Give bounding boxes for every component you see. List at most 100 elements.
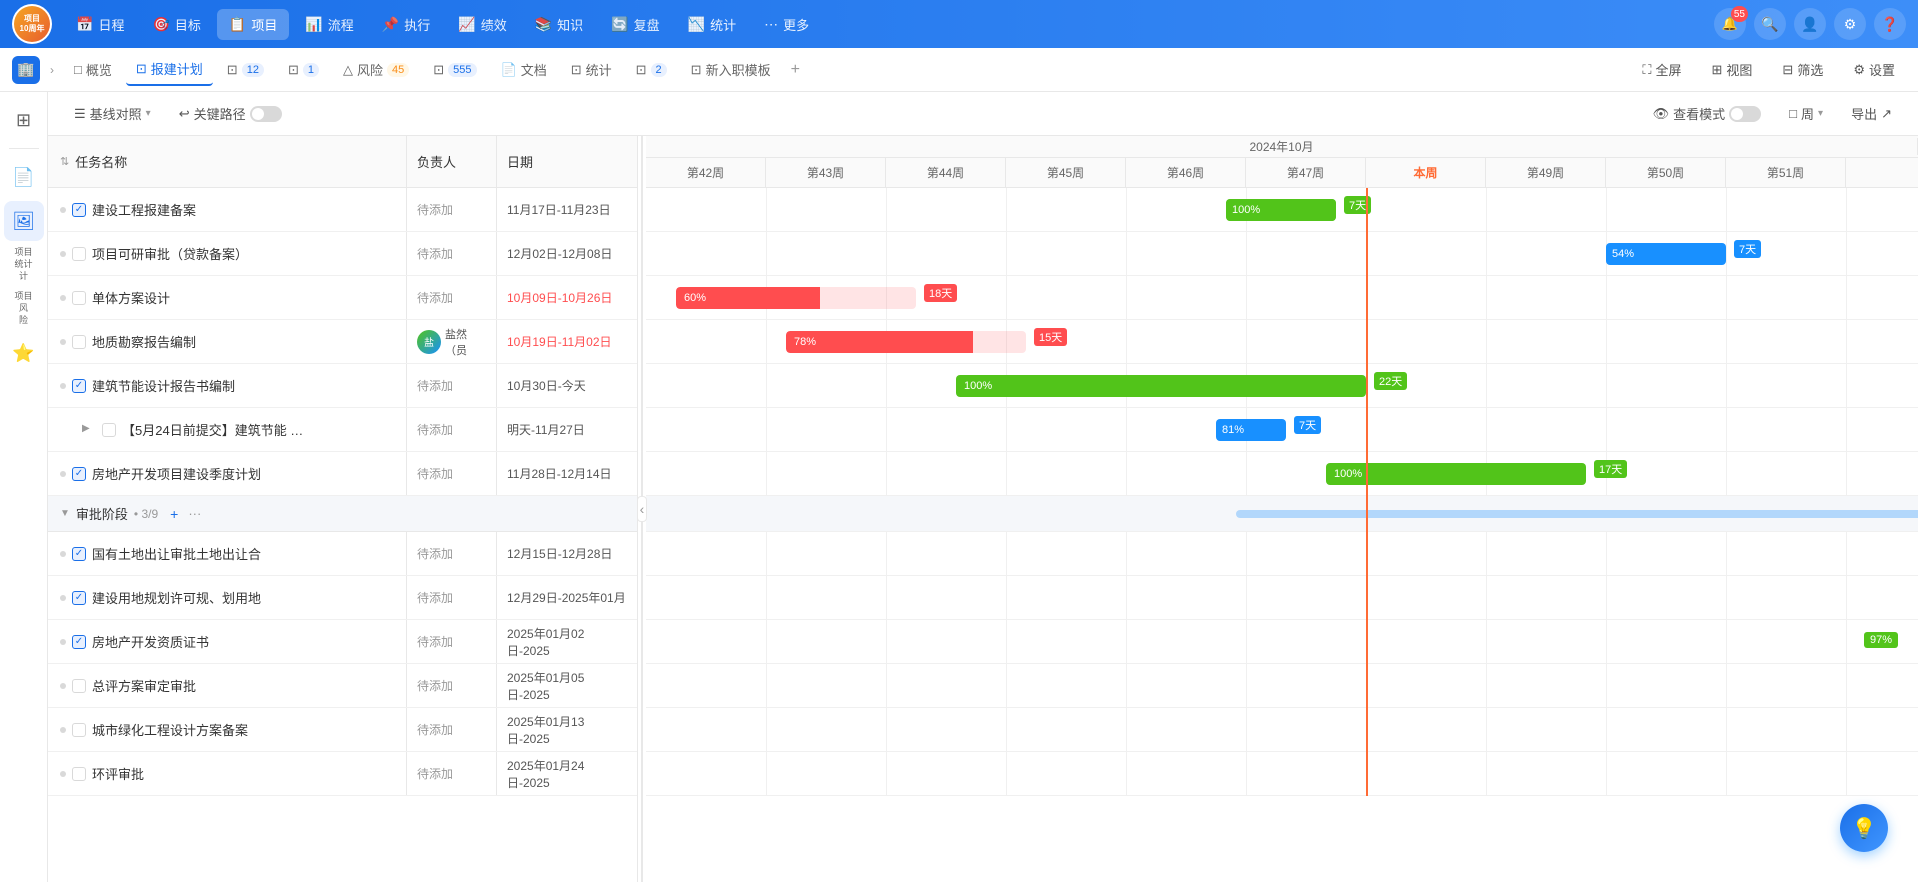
nav-goal[interactable]: 🎯 目标 <box>140 9 212 40</box>
section-more-button[interactable]: ··· <box>188 506 201 521</box>
gantt-week-44: 第44周 <box>886 158 1006 187</box>
row-dot <box>60 727 66 733</box>
panel-resize-handle[interactable]: ‹ <box>638 136 646 882</box>
sidebar-item-doc[interactable]: 📄 <box>4 157 44 197</box>
table-row[interactable]: ✓ 房地产开发项目建设季度计划 待添加 11月28日-12月14日 <box>48 452 637 496</box>
task-checkbox[interactable]: ✓ <box>72 547 86 561</box>
task-owner-cell: 待添加 <box>407 708 497 751</box>
gantt-row-2: 60% 18天 <box>646 276 1918 320</box>
tab-count-12[interactable]: ⊡ 12 <box>217 56 274 84</box>
tab-risk[interactable]: △ 风险 45 <box>333 54 419 85</box>
fullscreen-button[interactable]: ⛶ 全屏 <box>1631 54 1692 85</box>
task-checkbox[interactable]: ✓ <box>72 379 86 393</box>
tab-count-2[interactable]: ⊡ 2 <box>626 56 677 84</box>
notification-button[interactable]: 🔔 55 <box>1714 8 1746 40</box>
task-owner-cell: 待添加 <box>407 232 497 275</box>
user-button[interactable]: 👤 <box>1794 8 1826 40</box>
gantt-month-row: 2024年10月 <box>646 136 1918 158</box>
table-row[interactable]: 环评审批 待添加 2025年01月24日-2025 <box>48 752 637 796</box>
fullscreen-icon: ⛶ <box>1642 62 1651 78</box>
table-row[interactable]: ✓ 国有土地出让审批土地出让合 待添加 12月15日-12月28日 <box>48 532 637 576</box>
task-checkbox[interactable] <box>72 291 86 305</box>
sidebar-item-image[interactable]: 🖼 <box>4 201 44 241</box>
gantt-bar-fill-2[interactable]: 60% <box>676 287 820 309</box>
gantt-week-43: 第43周 <box>766 158 886 187</box>
critical-path-button[interactable]: ↩ 关键路径 <box>169 99 292 128</box>
nav-knowledge[interactable]: 📚 知识 <box>523 9 595 40</box>
gantt-bar-6[interactable]: 100% <box>1326 463 1586 485</box>
nav-performance[interactable]: 📈 绩效 <box>446 9 518 40</box>
task-date-cell: 10月30日-今天 <box>497 364 637 407</box>
table-row[interactable]: ▶ 【5月24日前提交】建筑节能 … 待添加 明天-11月27日 <box>48 408 637 452</box>
table-row[interactable]: ✓ 建设用地规划许可规、划用地 待添加 12月29日-2025年01月 <box>48 576 637 620</box>
task-checkbox[interactable] <box>72 767 86 781</box>
table-row[interactable]: 项目可研审批（贷款备案） 待添加 12月02日-12月08日 <box>48 232 637 276</box>
export-button[interactable]: 导出 ↗ <box>1841 99 1902 128</box>
search-button[interactable]: 🔍 <box>1754 8 1786 40</box>
nav-flow[interactable]: 📊 流程 <box>293 9 365 40</box>
collapse-icon[interactable]: ‹ <box>637 496 648 522</box>
gantt-bar-0[interactable]: 100% <box>1226 199 1336 221</box>
nav-review[interactable]: 🔄 复盘 <box>599 9 671 40</box>
sidebar-item-star[interactable]: ⭐ <box>4 333 44 373</box>
tab-onboard-template[interactable]: ⊡ 新入职模板 <box>681 54 781 85</box>
tab-count-555[interactable]: ⊡ 555 <box>423 56 486 84</box>
task-checkbox[interactable]: ✓ <box>72 467 86 481</box>
expand-button[interactable]: ▶ <box>82 423 96 437</box>
gantt-row-10: 97% <box>646 620 1918 664</box>
table-row[interactable]: 地质勘察报告编制 盐 盐然（员 10月19日-11月02日 <box>48 320 637 364</box>
week-selector-button[interactable]: □ 周 ▾ <box>1779 99 1833 128</box>
task-checkbox[interactable] <box>72 723 86 737</box>
add-tab-button[interactable]: + <box>785 55 806 85</box>
critical-path-toggle[interactable] <box>250 106 282 122</box>
nav-schedule[interactable]: 📅 日程 <box>64 9 136 40</box>
help-button[interactable]: ❓ <box>1874 8 1906 40</box>
gantt-chart-panel[interactable]: 2024年10月 第42周 第43周 第44周 第45周 第46周 第47周 本… <box>646 136 1918 882</box>
gantt-bar-5[interactable]: 81% <box>1216 419 1286 441</box>
gantt-bar-4[interactable]: 100% <box>956 375 1366 397</box>
task-checkbox[interactable]: ✓ <box>72 203 86 217</box>
table-row[interactable]: ✓ 房地产开发资质证书 待添加 2025年01月02日-2025 <box>48 620 637 664</box>
task-checkbox[interactable] <box>102 423 116 437</box>
nav-exec[interactable]: 📌 执行 <box>370 9 442 40</box>
table-row[interactable]: 总评方案审定审批 待添加 2025年01月05日-2025 <box>48 664 637 708</box>
task-date-cell: 10月19日-11月02日 <box>497 320 637 363</box>
filter-button[interactable]: ⊟ 筛选 <box>1771 54 1834 85</box>
nav-chevron-icon[interactable]: › <box>50 63 54 77</box>
sidebar-item-grid[interactable]: ⊞ <box>4 100 44 140</box>
view-mode-button[interactable]: 👁 查看模式 <box>1643 99 1772 128</box>
nav-project[interactable]: 📋 项目 <box>217 9 289 40</box>
task-checkbox[interactable] <box>72 679 86 693</box>
settings-nav-button[interactable]: ⚙ <box>1834 8 1866 40</box>
sidebar-item-project-stats[interactable]: 项目统计计 <box>4 245 44 285</box>
table-row[interactable]: 单体方案设计 待添加 10月09日-10月26日 <box>48 276 637 320</box>
tab-document[interactable]: 📄 文档 <box>491 54 557 85</box>
logo-circle: 项目10周年 <box>14 6 50 42</box>
section-header-approval[interactable]: ▼ 审批阶段 • 3/9 + ··· <box>48 496 637 532</box>
settings-page-button[interactable]: ⚙ 设置 <box>1842 54 1906 85</box>
template-icon: ⊡ <box>691 62 702 78</box>
tab-statistics[interactable]: ⊡ 统计 <box>561 54 622 85</box>
view-button[interactable]: ⊞ 视图 <box>1700 54 1763 85</box>
gantt-bar-1[interactable]: 54% <box>1606 243 1726 265</box>
tab-report-plan[interactable]: ⊡ 报建计划 <box>126 53 213 86</box>
table-row[interactable]: ✓ 建设工程报建备案 待添加 11月17日-11月23日 <box>48 188 637 232</box>
gantt-bar-fill-3[interactable]: 78% <box>786 331 973 353</box>
floating-action-button[interactable]: 💡 <box>1840 804 1888 852</box>
project-logo[interactable]: 🏢 <box>12 56 40 84</box>
table-row[interactable]: 城市绿化工程设计方案备案 待添加 2025年01月13日-2025 <box>48 708 637 752</box>
view-mode-toggle[interactable] <box>1729 106 1761 122</box>
nav-more[interactable]: ⋯ 更多 <box>752 9 821 40</box>
task-checkbox[interactable] <box>72 247 86 261</box>
section-add-button[interactable]: + <box>170 506 178 522</box>
task-checkbox[interactable]: ✓ <box>72 635 86 649</box>
app-logo[interactable]: 项目10周年 <box>12 4 52 44</box>
table-row[interactable]: ✓ 建筑节能设计报告书编制 待添加 10月30日-今天 <box>48 364 637 408</box>
tab-count-1[interactable]: ⊡ 1 <box>278 56 329 84</box>
nav-stats[interactable]: 📉 统计 <box>676 9 748 40</box>
task-checkbox[interactable]: ✓ <box>72 591 86 605</box>
tab-overview[interactable]: □ 概览 <box>64 54 122 85</box>
sidebar-item-project-risk[interactable]: 项目风险 <box>4 289 44 329</box>
task-checkbox[interactable] <box>72 335 86 349</box>
baseline-compare-button[interactable]: ☰ 基线对照 ▾ <box>64 99 161 128</box>
